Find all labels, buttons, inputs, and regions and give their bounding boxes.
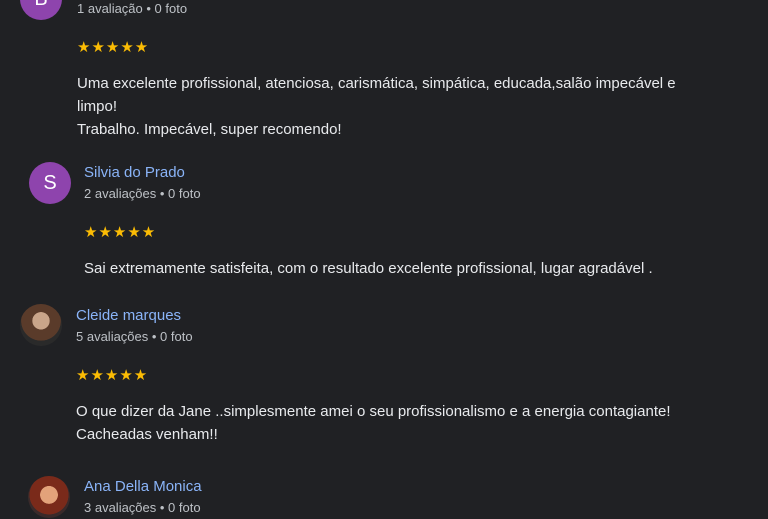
review-text-line: Uma excelente profissional, atenciosa, c… xyxy=(77,75,676,92)
reviewer-meta: 3 avaliações • 0 foto xyxy=(84,500,201,515)
reviewer-name[interactable]: Silvia do Prado xyxy=(84,164,185,181)
avatar[interactable]: S xyxy=(29,162,71,204)
reviewer-name[interactable]: Cleide marques xyxy=(76,307,181,324)
review-text-line: Sai extremamente satisfeita, com o resul… xyxy=(84,260,653,277)
review-text: Sai extremamente satisfeita, com o resul… xyxy=(84,257,768,280)
avatar-letter: S xyxy=(43,171,57,194)
star-rating: ★★★★★ xyxy=(77,39,150,56)
avatar[interactable] xyxy=(20,304,62,346)
reviewer-name[interactable]: Ana Della Monica xyxy=(84,478,202,495)
review-text: Uma excelente profissional, atenciosa, c… xyxy=(77,72,767,141)
review-text: O que dizer da Jane ..simplesmente amei … xyxy=(76,400,766,446)
review-text-line: limpo! xyxy=(77,98,118,115)
reviewer-meta: 1 avaliação • 0 foto xyxy=(77,1,188,16)
star-rating: ★★★★★ xyxy=(84,224,157,241)
avatar-letter: B xyxy=(34,0,47,11)
reviewer-meta: 5 avaliações • 0 foto xyxy=(76,329,193,344)
avatar[interactable] xyxy=(28,476,70,518)
review-text-line: O que dizer da Jane ..simplesmente amei … xyxy=(76,403,671,420)
star-rating: ★★★★★ xyxy=(76,367,149,384)
review-text-line: Cacheadas venham!! xyxy=(76,426,218,443)
reviewer-meta: 2 avaliações • 0 foto xyxy=(84,186,201,201)
avatar[interactable]: B xyxy=(20,0,62,20)
review-text-line: Trabalho. Impecável, super recomendo! xyxy=(77,121,342,138)
